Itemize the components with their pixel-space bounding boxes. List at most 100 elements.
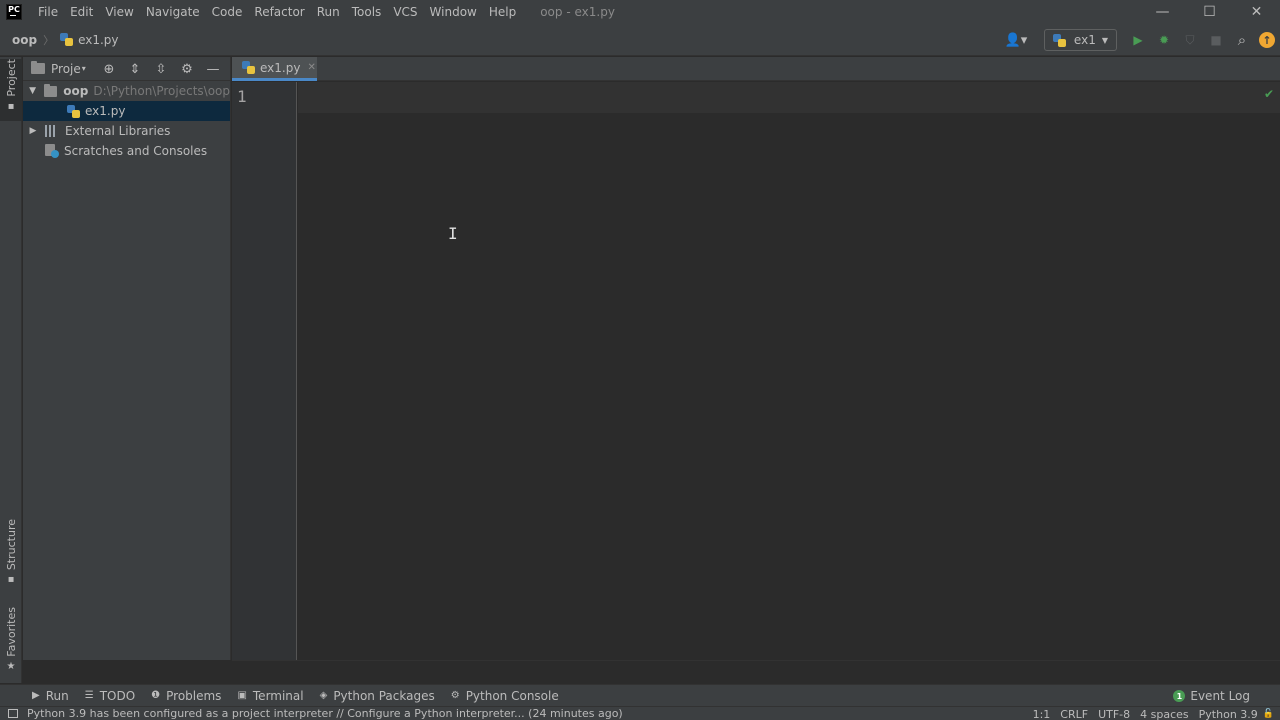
python-interpreter[interactable]: Python 3.9 <box>1194 708 1263 720</box>
menu-window[interactable]: Window <box>424 0 483 24</box>
window-controls: — ☐ ✕ <box>1139 0 1280 24</box>
python-file-icon <box>67 104 80 118</box>
packages-icon: ◈ <box>319 690 328 701</box>
run-button[interactable]: ▶ <box>1125 29 1151 51</box>
coverage-button[interactable]: ⛉ <box>1177 29 1203 51</box>
project-folder-icon <box>31 61 45 74</box>
run-configuration-label: ex1 <box>1073 33 1096 47</box>
menu-edit[interactable]: Edit <box>64 0 99 24</box>
tool-window-python-console[interactable]: ⚙ Python Console <box>443 685 567 707</box>
project-view-select[interactable]: Proje <box>51 62 81 76</box>
collapse-all-icon[interactable]: ⇳ <box>148 57 174 81</box>
menu-tools[interactable]: Tools <box>346 0 388 24</box>
chevron-down-icon[interactable]: ▼ <box>27 86 38 96</box>
folder-icon <box>44 83 58 97</box>
minimize-button[interactable]: — <box>1139 0 1186 24</box>
breadcrumb-file-label: ex1.py <box>78 32 119 47</box>
menu-navigate[interactable]: Navigate <box>140 0 206 24</box>
breadcrumb-file[interactable]: ex1.py <box>60 32 119 47</box>
stop-button[interactable]: ■ <box>1203 29 1229 51</box>
tool-tab-structure[interactable]: Structure ▪ <box>0 519 22 585</box>
python-file-icon <box>60 33 74 46</box>
tool-tab-structure-label: Structure <box>4 519 18 571</box>
main-toolbar: 👤▾ ex1 ▼ ▶ ✹ ⛉ ■ ⌕ ↑ <box>1004 24 1280 56</box>
toggle-tool-windows-icon[interactable] <box>8 709 18 718</box>
tool-window-label: Terminal <box>252 688 304 703</box>
expand-all-icon[interactable]: ⇕ <box>122 57 148 81</box>
chevron-right-icon[interactable]: ▶ <box>27 126 39 136</box>
tool-window-terminal[interactable]: ▣ Terminal <box>229 685 311 707</box>
tool-window-label: TODO <box>99 688 136 703</box>
tree-item-root[interactable]: ▼ oop D:\Python\Projects\oop <box>23 81 230 101</box>
maximize-button[interactable]: ☐ <box>1186 0 1233 24</box>
tool-window-todo[interactable]: ☰ TODO <box>77 685 143 707</box>
tool-window-label: Run <box>45 688 69 703</box>
indent-setting[interactable]: 4 spaces <box>1135 708 1194 720</box>
tree-item-file[interactable]: ex1.py <box>23 101 230 121</box>
python-console-icon: ⚙ <box>450 690 460 701</box>
hide-panel-icon[interactable]: — <box>200 57 226 81</box>
update-icon[interactable]: ↑ <box>1259 32 1275 48</box>
search-everywhere-button[interactable]: ⌕ <box>1229 29 1255 51</box>
menu-view[interactable]: View <box>99 0 139 24</box>
mouse-text-cursor-icon: I <box>448 224 458 243</box>
tool-tab-project-label: Project <box>4 59 18 97</box>
left-tool-stripe: Project ▪ Structure ▪ Favorites ★ <box>0 57 22 683</box>
chevron-down-icon[interactable]: ▾ <box>82 64 86 73</box>
menu-code[interactable]: Code <box>206 0 249 24</box>
menu-vcs[interactable]: VCS <box>387 0 423 24</box>
tool-window-problems[interactable]: ❶ Problems <box>143 685 229 707</box>
breadcrumb-project[interactable]: oop <box>12 33 37 47</box>
close-icon[interactable]: ✕ <box>307 62 315 73</box>
close-button[interactable]: ✕ <box>1233 0 1280 24</box>
tool-tab-project[interactable]: Project ▪ <box>0 59 22 121</box>
gear-icon[interactable]: ⚙ <box>174 57 200 81</box>
status-bar: Python 3.9 has been configured as a proj… <box>0 706 1280 720</box>
menu-bar: File Edit View Navigate Code Refactor Ru… <box>32 0 522 24</box>
menu-refactor[interactable]: Refactor <box>248 0 310 24</box>
tool-window-event-log[interactable]: 1 Event Log <box>1165 685 1258 707</box>
navigation-bar: oop 〉 ex1.py 👤▾ ex1 ▼ ▶ ✹ ⛉ ■ ⌕ ↑ <box>0 24 1280 56</box>
tree-item-scratches[interactable]: Scratches and Consoles <box>23 141 230 161</box>
tree-item-label: oop <box>63 84 89 98</box>
structure-icon: ▪ <box>7 574 15 586</box>
status-widgets: 1:1 CRLF UTF-8 4 spaces Python 3.9 🔓 <box>1028 707 1280 720</box>
caret-position[interactable]: 1:1 <box>1028 708 1056 720</box>
status-message[interactable]: Python 3.9 has been configured as a proj… <box>27 707 623 720</box>
user-account-icon[interactable]: 👤▾ <box>1004 30 1028 50</box>
todo-list-icon: ☰ <box>84 690 94 701</box>
tool-tab-favorites[interactable]: Favorites ★ <box>0 607 22 672</box>
project-panel-tools: ⊕ ⇕ ⇳ ⚙ — <box>96 57 226 81</box>
python-file-icon <box>242 61 255 74</box>
file-encoding[interactable]: UTF-8 <box>1093 708 1135 720</box>
tool-window-python-packages[interactable]: ◈ Python Packages <box>312 685 443 707</box>
menu-run[interactable]: Run <box>311 0 346 24</box>
unlock-icon[interactable]: 🔓 <box>1263 709 1274 719</box>
chevron-down-icon: ▼ <box>1101 35 1108 45</box>
menu-file[interactable]: File <box>32 0 64 24</box>
tree-item-label: ex1.py <box>85 104 126 118</box>
tool-tab-favorites-label: Favorites <box>4 607 18 657</box>
editor-tab-ex1[interactable]: ex1.py ✕ <box>232 57 317 81</box>
menu-help[interactable]: Help <box>483 0 522 24</box>
tree-item-external-libraries[interactable]: ▶ External Libraries <box>23 121 230 141</box>
tool-window-label: Problems <box>166 688 222 703</box>
editor-gutter[interactable]: 1 <box>232 82 297 660</box>
code-editor[interactable]: ✔ I <box>298 82 1280 660</box>
event-log-badge-icon: 1 <box>1173 690 1186 702</box>
run-configuration-select[interactable]: ex1 ▼ <box>1043 29 1117 51</box>
editor-tabs: ex1.py ✕ <box>232 57 1280 81</box>
scratches-icon <box>45 144 59 158</box>
line-separator[interactable]: CRLF <box>1055 708 1093 720</box>
editor-tab-label: ex1.py <box>260 60 301 75</box>
editor-bottom-strip <box>232 660 1280 684</box>
bottom-tool-bar: ▶ Run ☰ TODO ❶ Problems ▣ Terminal ◈ Pyt… <box>0 684 1280 706</box>
debug-button[interactable]: ✹ <box>1151 29 1177 51</box>
locate-file-icon[interactable]: ⊕ <box>96 57 122 81</box>
tool-window-run[interactable]: ▶ Run <box>24 685 77 707</box>
breadcrumb-separator-icon: 〉 <box>43 33 55 47</box>
tool-window-label: Python Console <box>465 688 559 703</box>
project-tree: ▼ oop D:\Python\Projects\oop ex1.py ▶ Ex… <box>23 81 230 161</box>
tool-window-label: Python Packages <box>333 688 435 703</box>
checkmark-icon[interactable]: ✔ <box>1264 87 1274 101</box>
